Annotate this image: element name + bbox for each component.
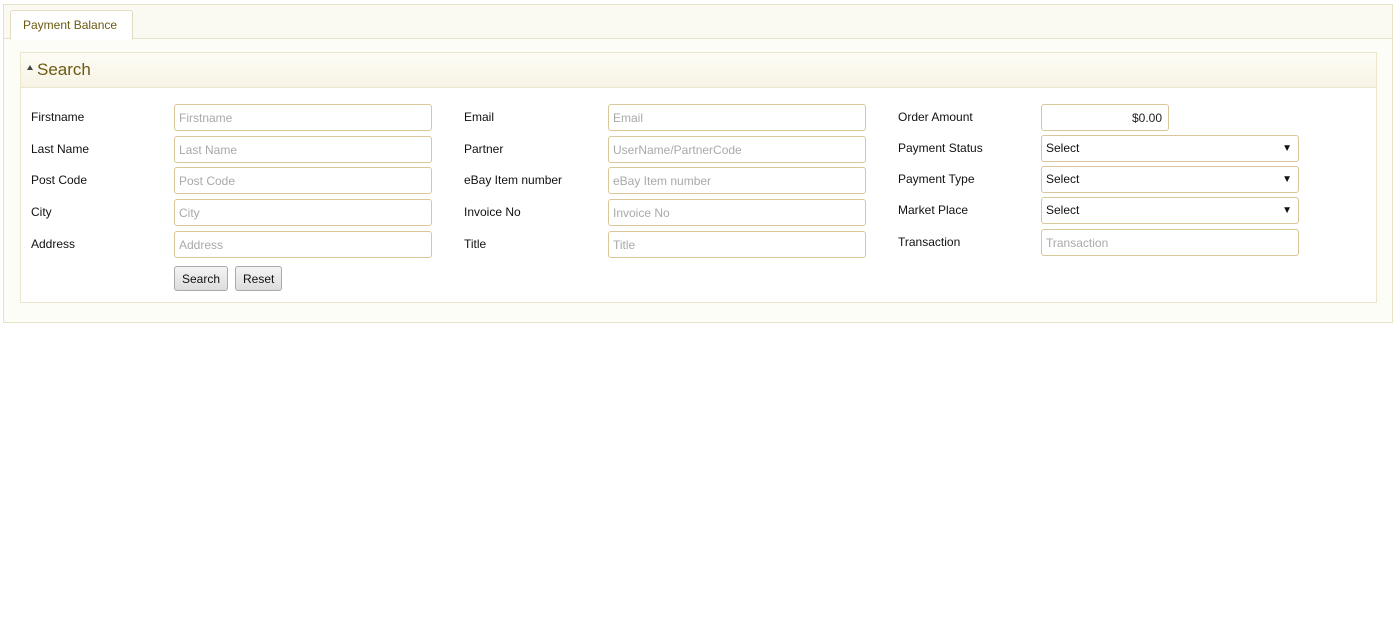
post-code-input[interactable] [174,167,432,194]
search-button[interactable]: Search [174,266,229,291]
reset-button[interactable]: Reset [235,266,283,291]
market-place-label: Market Place [898,203,969,217]
search-panel: Search Firstname Last Name Post Code Cit… [20,52,1377,303]
invoice-no-input[interactable] [608,199,866,226]
city-label: City [31,205,52,219]
title-input[interactable] [608,231,866,258]
address-input[interactable] [174,231,432,258]
payment-balance-container: Payment Balance Search Firstname Last Na… [3,4,1393,323]
order-amount-label: Order Amount [898,110,973,124]
dropdown-arrow-icon: ▼ [1282,205,1292,216]
title-label: Title [464,237,487,251]
dropdown-arrow-icon: ▼ [1282,143,1292,154]
transaction-input[interactable] [1041,229,1299,256]
post-code-label: Post Code [31,173,88,187]
tab-payment-balance[interactable]: Payment Balance [10,10,133,40]
market-place-select[interactable]: Select ▼ [1041,197,1299,224]
search-panel-title: Search [37,60,91,79]
email-input[interactable] [608,104,866,131]
email-label: Email [464,110,495,124]
payment-type-label: Payment Type [898,172,975,186]
ebay-item-number-label: eBay Item number [464,173,563,187]
partner-input[interactable] [608,136,866,163]
order-amount-input[interactable] [1041,104,1169,131]
payment-type-select[interactable]: Select ▼ [1041,166,1299,193]
payment-type-selected: Select [1046,172,1080,186]
dropdown-arrow-icon: ▼ [1282,174,1292,185]
payment-status-label: Payment Status [898,141,983,155]
payment-status-select[interactable]: Select ▼ [1041,135,1299,162]
search-panel-header[interactable]: Search [21,53,1376,88]
invoice-no-label: Invoice No [464,205,521,219]
tab-bar: Payment Balance [4,5,1392,40]
market-place-selected: Select [1046,203,1080,217]
firstname-label: Firstname [31,110,85,124]
transaction-label: Transaction [898,235,961,249]
partner-label: Partner [464,142,504,156]
last-name-input[interactable] [174,136,432,163]
city-input[interactable] [174,199,432,226]
ebay-item-number-input[interactable] [608,167,866,194]
last-name-label: Last Name [31,142,90,156]
address-label: Address [31,237,76,251]
firstname-input[interactable] [174,104,432,131]
payment-status-selected: Select [1046,141,1080,155]
collapse-caret-icon[interactable] [27,65,33,70]
